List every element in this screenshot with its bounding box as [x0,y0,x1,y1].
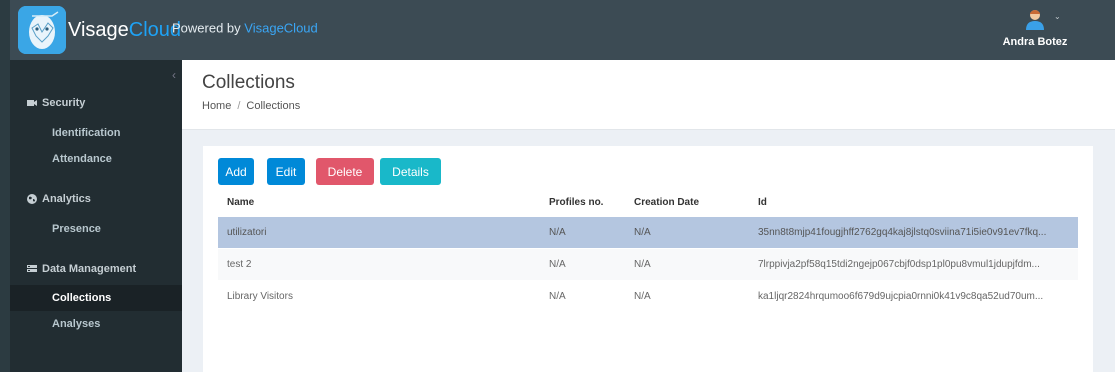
table-header: Name Profiles no. Creation Date Id [218,189,1078,215]
cell-name: Library Visitors [227,291,293,302]
sidebar-section-label: Data Management [42,263,137,275]
breadcrumb-home[interactable]: Home [202,100,231,112]
sidebar-item-presence[interactable]: Presence [10,216,182,242]
sidebar-item-identification[interactable]: Identification [10,120,182,146]
page-title: Collections [202,72,295,93]
sidebar-item-label: Attendance [52,153,112,165]
cell-id: 35nn8t8mjp41fougjhff2762gq4kaj8jlstq0svi… [758,227,1047,238]
cell-profiles: N/A [549,259,566,270]
column-header-creation-date[interactable]: Creation Date [634,189,754,215]
sidebar-item-label: Presence [52,223,101,235]
camera-icon [26,97,38,109]
collapse-sidebar-icon[interactable]: ‹ [172,68,176,82]
sidebar: ‹ Security Identification Attendance Ana… [10,60,182,372]
cell-profiles: N/A [549,291,566,302]
sidebar-item-label: Collections [52,292,112,304]
add-button[interactable]: Add [218,158,254,185]
globe-icon [26,193,38,205]
column-header-name[interactable]: Name [227,189,547,215]
chevron-down-icon: ⌄ [1054,12,1061,21]
sidebar-item-analyses[interactable]: Analyses [10,311,182,337]
logo[interactable]: VisageCloud [10,0,182,60]
edit-button[interactable]: Edit [267,158,305,185]
breadcrumb: Home / Collections [202,100,300,112]
user-menu[interactable]: ⌄ Andra Botez [995,8,1075,48]
column-header-id[interactable]: Id [758,189,1076,215]
face-logo-icon [18,6,66,54]
content-header: Collections Home / Collections [182,60,1115,130]
sidebar-section-analytics[interactable]: Analytics [10,184,182,214]
sidebar-item-label: Identification [52,127,121,139]
delete-button[interactable]: Delete [316,158,374,185]
powered-by-link[interactable]: VisageCloud [244,21,317,36]
logo-text-first: Visage [68,18,129,41]
column-header-profiles[interactable]: Profiles no. [549,189,634,215]
user-avatar-icon: ⌄ [1024,8,1061,30]
powered-by: Powered by VisageCloud [172,21,318,36]
cell-id: ka1ljqr2824hrqumoo6f679d9ujcpia0rnni0k41… [758,291,1044,302]
sidebar-item-attendance[interactable]: Attendance [10,146,182,172]
logo-text: VisageCloud [68,19,181,42]
cell-creation-date: N/A [634,259,651,270]
window-edge [0,0,10,372]
cell-name: utilizatori [227,227,267,238]
table-row[interactable]: utilizatori N/A N/A 35nn8t8mjp41fougjhff… [218,217,1078,248]
cell-profiles: N/A [549,227,566,238]
database-icon [26,263,38,275]
cell-creation-date: N/A [634,227,651,238]
sidebar-section-data-management[interactable]: Data Management [10,254,182,284]
sidebar-section-label: Security [42,97,86,109]
sidebar-section-security[interactable]: Security [10,88,182,118]
sidebar-section-label: Analytics [42,193,91,205]
cell-name: test 2 [227,259,252,270]
user-name: Andra Botez [1002,36,1068,48]
table-row[interactable]: test 2 N/A N/A 7lrppivja2pf58q15tdi2ngej… [218,249,1078,280]
powered-by-label: Powered by [172,20,241,36]
cell-creation-date: N/A [634,291,651,302]
table-row[interactable]: Library Visitors N/A N/A ka1ljqr2824hrqu… [218,281,1078,312]
cell-id: 7lrppivja2pf58q15tdi2ngejp067cbjf0dsp1pl… [758,259,1040,270]
breadcrumb-current: Collections [246,100,301,112]
top-navbar: VisageCloud Powered by VisageCloud ⌄ And… [10,0,1115,60]
sidebar-item-collections[interactable]: Collections [10,285,182,311]
breadcrumb-separator: / [237,100,241,112]
collections-panel: Add Edit Delete Details Name Profiles no… [203,146,1093,372]
details-button[interactable]: Details [380,158,441,185]
sidebar-item-label: Analyses [52,318,101,330]
